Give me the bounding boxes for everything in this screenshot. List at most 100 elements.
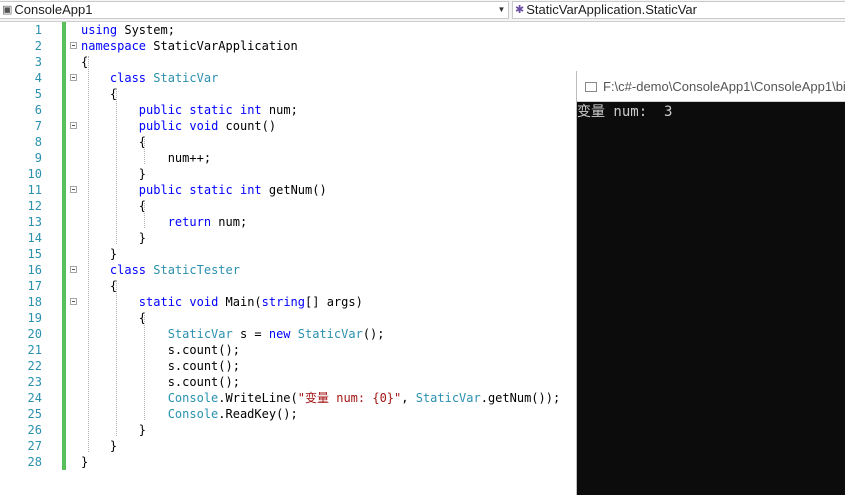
- code-text: using System;: [81, 22, 175, 38]
- navigation-bar: ▣ ConsoleApp1 ▼ ✱ StaticVarApplication.Sta…: [0, 0, 845, 22]
- code-text: {: [81, 310, 146, 326]
- code-token: static: [189, 183, 233, 197]
- code-token: {: [81, 279, 118, 293]
- line-number: 20: [27, 327, 42, 341]
- line-number: 19: [27, 311, 42, 325]
- code-text: namespace StaticVarApplication: [81, 38, 298, 54]
- code-token: void: [189, 119, 219, 133]
- code-token: StaticTester: [153, 263, 240, 277]
- code-token: StaticVarApplication: [146, 39, 298, 53]
- collapse-toggle-icon[interactable]: [70, 298, 77, 305]
- code-text: }: [81, 166, 146, 182]
- code-text: class StaticTester: [81, 262, 240, 278]
- code-token: }: [81, 231, 147, 245]
- code-token: .getNum());: [480, 391, 561, 405]
- code-token: "变量 num: {0}": [297, 391, 402, 405]
- code-text: num++;: [81, 150, 211, 166]
- code-token: [] args): [305, 295, 363, 309]
- collapse-toggle-icon[interactable]: [70, 122, 77, 129]
- line-number: 25: [27, 407, 42, 421]
- code-text: static void Main(string[] args): [81, 294, 363, 310]
- code-token: static: [189, 103, 233, 117]
- code-token: .ReadKey();: [218, 407, 298, 421]
- code-text: {: [81, 134, 146, 150]
- project-dropdown[interactable]: ▣ ConsoleApp1 ▼: [0, 1, 509, 19]
- code-line[interactable]: 3{: [0, 54, 845, 70]
- code-text: class StaticVar: [81, 70, 218, 86]
- line-number: 18: [27, 295, 42, 309]
- console-title-text: F:\c#-demo\ConsoleApp1\ConsoleApp1\bin\D…: [603, 79, 845, 94]
- line-number: 8: [34, 135, 42, 149]
- code-token: }: [81, 167, 147, 181]
- code-token: s.count();: [81, 343, 240, 357]
- code-text: s.count();: [81, 374, 240, 390]
- line-number: 23: [27, 375, 42, 389]
- line-number: 13: [27, 215, 42, 229]
- code-token: {: [81, 311, 147, 325]
- code-token: int: [239, 183, 262, 197]
- code-line[interactable]: 2 namespace StaticVarApplication: [0, 38, 845, 54]
- code-text: }: [81, 454, 88, 470]
- code-token: void: [189, 295, 219, 309]
- code-token: return: [167, 215, 212, 229]
- collapse-toggle-icon[interactable]: [70, 74, 77, 81]
- line-number: 2: [34, 39, 42, 53]
- csharp-project-icon: ▣: [2, 4, 13, 16]
- code-text: {: [81, 198, 146, 214]
- code-token: Console: [167, 407, 219, 421]
- code-token: StaticVar: [415, 391, 481, 405]
- code-token: getNum(): [261, 183, 327, 197]
- collapse-toggle-icon[interactable]: [70, 266, 77, 273]
- class-member-icon: ✱: [515, 4, 525, 16]
- line-number: 21: [27, 343, 42, 357]
- indent-guide: [144, 312, 145, 420]
- line-number: 26: [27, 423, 42, 437]
- line-number: 27: [27, 439, 42, 453]
- collapse-toggle-icon[interactable]: [70, 186, 77, 193]
- console-title-bar: F:\c#-demo\ConsoleApp1\ConsoleApp1\bin\D…: [577, 71, 845, 102]
- line-number: 7: [34, 119, 42, 133]
- code-line[interactable]: 1 using System;: [0, 22, 845, 38]
- code-text: }: [81, 438, 117, 454]
- code-text: {: [81, 86, 117, 102]
- chevron-down-icon[interactable]: ▼: [495, 2, 508, 18]
- code-text: Console.ReadKey();: [81, 406, 298, 422]
- indent-guide: [144, 200, 145, 228]
- code-text: {: [81, 278, 117, 294]
- code-token: public: [138, 103, 183, 117]
- code-token: using: [81, 23, 118, 37]
- line-number: 9: [34, 151, 42, 165]
- line-number: 3: [34, 55, 42, 69]
- line-number: 1: [34, 23, 42, 37]
- code-text: }: [81, 422, 146, 438]
- code-token: Main(: [218, 295, 262, 309]
- console-app-icon: [585, 81, 597, 92]
- code-token: ,: [401, 391, 416, 405]
- code-token: }: [81, 423, 147, 437]
- line-number: 14: [27, 231, 42, 245]
- code-token: ();: [362, 327, 385, 341]
- console-window[interactable]: F:\c#-demo\ConsoleApp1\ConsoleApp1\bin\D…: [576, 71, 845, 495]
- line-number: 12: [27, 199, 42, 213]
- code-token: {: [81, 135, 147, 149]
- code-token: s.count();: [81, 375, 240, 389]
- class-dropdown[interactable]: ✱ StaticVarApplication.StaticVar: [512, 1, 845, 19]
- collapse-toggle-icon[interactable]: [70, 42, 77, 49]
- code-token: {: [81, 87, 118, 101]
- code-token: class: [109, 71, 147, 85]
- code-token: }: [81, 247, 118, 261]
- code-text: }: [81, 230, 146, 246]
- code-token: public: [138, 183, 183, 197]
- code-token: }: [81, 455, 89, 469]
- code-token: class: [109, 263, 147, 277]
- code-token: s =: [232, 327, 269, 341]
- code-text: }: [81, 246, 117, 262]
